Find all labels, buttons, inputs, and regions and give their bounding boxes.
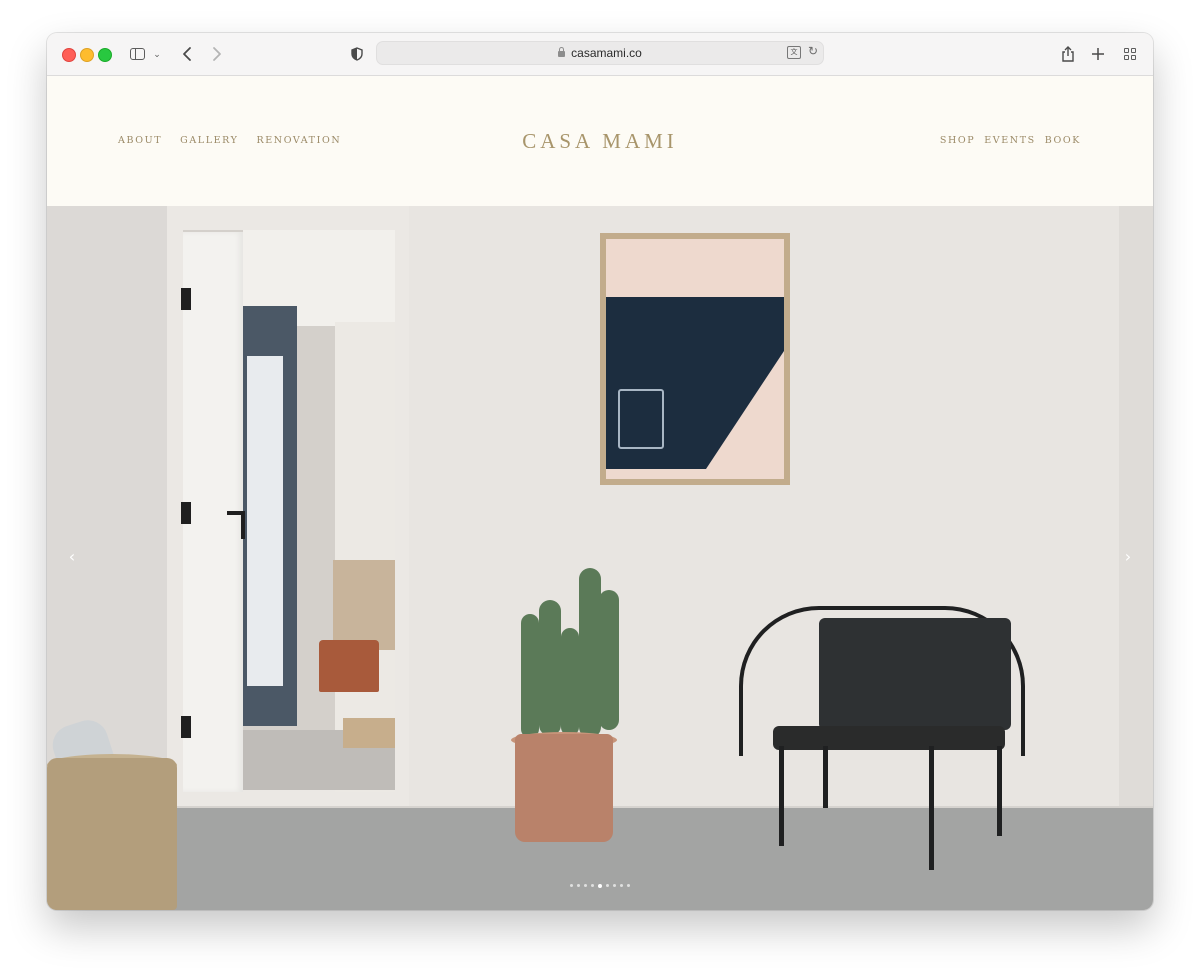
zoom-window-button[interactable] [98,48,112,62]
slideshow-dot[interactable] [591,884,594,887]
translate-icon[interactable]: 文 [787,46,801,59]
tab-overview-icon [1124,48,1136,60]
chevron-down-icon[interactable]: ⌄ [151,44,163,64]
sidebar-icon [129,48,145,60]
address-bar[interactable]: casamami.co 文 ↻ [376,41,824,65]
reload-icon[interactable]: ↻ [808,44,818,58]
plus-icon [1092,48,1104,60]
url-text: casamami.co [571,46,642,60]
slideshow-dot[interactable] [570,884,573,887]
slideshow-dot[interactable] [598,883,602,888]
new-tab-button[interactable] [1090,44,1106,64]
primary-nav-right: SHOP EVENTS BOOK [931,135,1081,146]
site-header: ABOUT GALLERY RENOVATION CASA MAMI SHOP … [47,76,1153,206]
slideshow-dot[interactable] [613,884,616,887]
hero-photo-cactus [521,614,539,738]
hero-photo-framed-art [600,233,790,485]
close-window-button[interactable] [62,48,76,62]
slideshow-dot[interactable] [584,884,587,887]
slideshow-prev-button[interactable]: ‹ [60,545,84,569]
lock-icon [558,47,566,57]
back-icon [183,47,191,61]
slideshow-dot[interactable] [606,884,609,887]
slideshow-dot[interactable] [620,884,623,887]
minimize-window-button[interactable] [80,48,94,62]
browser-toolbar: ⌄ casamami.co 文 ↻ [47,33,1153,76]
hero-photo-left-wall [47,206,167,766]
shield-icon [351,47,363,61]
nav-link-shop[interactable]: SHOP [940,135,975,146]
forward-icon [213,47,221,61]
hero-photo-terracotta-pot [515,734,613,842]
forward-button[interactable] [209,44,225,64]
browser-window: ⌄ casamami.co 文 ↻ ABOUT GALLERY RENOVATI… [47,33,1153,910]
slideshow-next-button[interactable]: › [1116,545,1140,569]
slideshow-dot[interactable] [577,884,580,887]
share-icon [1062,45,1074,62]
tab-overview-button[interactable] [1122,44,1138,64]
share-button[interactable] [1060,44,1076,64]
sidebar-toggle-button[interactable] [128,44,146,64]
address-bar-text: casamami.co [377,42,823,64]
slideshow-pagination [47,883,1153,888]
slideshow-dot[interactable] [627,884,630,887]
privacy-shield-button[interactable] [348,44,366,64]
nav-link-book[interactable]: BOOK [1045,135,1081,146]
nav-link-events[interactable]: EVENTS [984,135,1036,146]
back-button[interactable] [179,44,195,64]
hero-slideshow: ‹ › [47,206,1153,910]
